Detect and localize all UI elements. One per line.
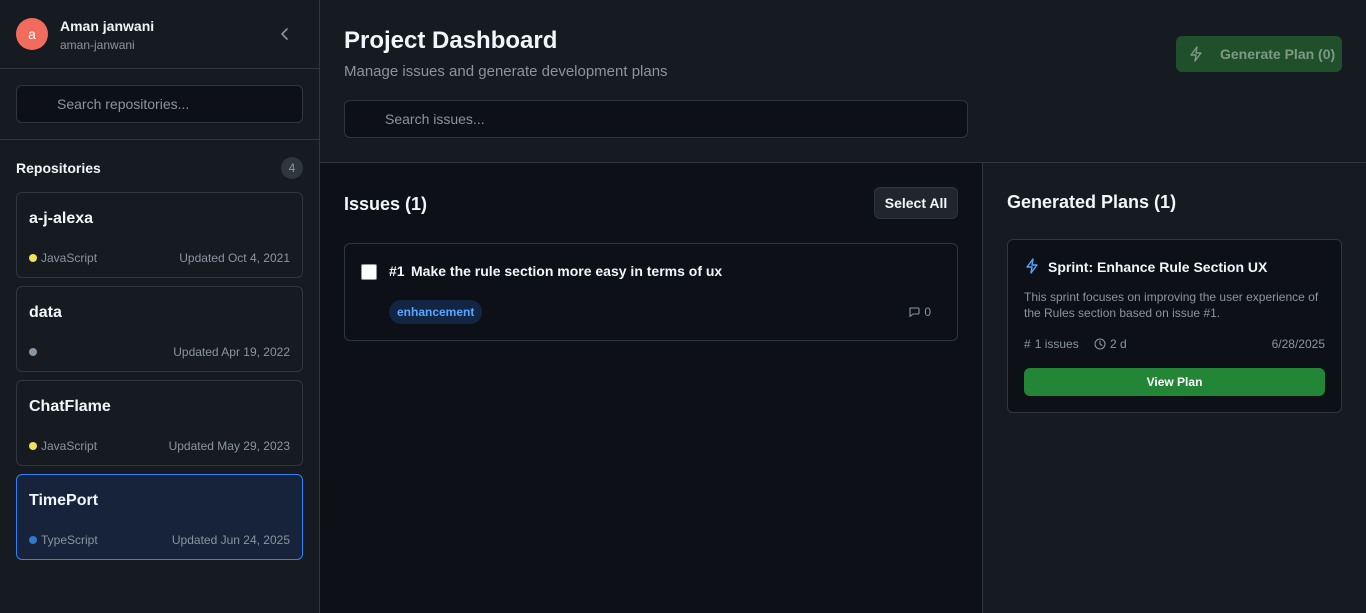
language-dot <box>29 536 37 544</box>
issue-card[interactable]: #1 Make the rule section more easy in te… <box>344 243 958 341</box>
plans-panel: Generated Plans (1) Sprint: Enhance Rule… <box>982 163 1366 613</box>
repo-name: a-j-alexa <box>29 210 94 227</box>
sidebar: a Aman janwani aman-janwani Repositories… <box>0 0 320 613</box>
comment-count: 0 <box>924 305 931 319</box>
user-name: Aman janwani <box>60 18 155 34</box>
repo-name: TimePort <box>29 492 99 509</box>
lightning-icon <box>1026 258 1038 274</box>
repo-card-chatflame[interactable]: ChatFlame JavaScript Updated May 29, 202… <box>16 380 303 466</box>
avatar[interactable]: a <box>16 18 48 50</box>
repo-updated: Updated Apr 19, 2022 <box>173 345 290 359</box>
repos-title: Repositories <box>16 160 101 176</box>
chevron-left-icon[interactable] <box>277 26 293 42</box>
plan-issues-text: 1 issues <box>1034 337 1079 351</box>
comment-icon <box>909 307 920 318</box>
select-all-button[interactable]: Select All <box>874 187 958 219</box>
issue-comments: 0 <box>908 305 931 319</box>
clock-icon <box>1094 338 1106 350</box>
view-plan-button[interactable]: View Plan <box>1024 368 1325 396</box>
issue-number: #1 <box>389 263 405 279</box>
repo-search-input[interactable] <box>16 85 303 123</box>
lightning-icon <box>1190 46 1202 62</box>
plan-date: 6/28/2025 <box>1271 337 1325 351</box>
user-header: a Aman janwani aman-janwani <box>0 0 319 69</box>
repo-updated: Updated May 29, 2023 <box>168 439 290 453</box>
repo-search-section <box>0 69 319 140</box>
plan-title: Sprint: Enhance Rule Section UX <box>1048 259 1268 275</box>
page-title: Project Dashboard <box>344 27 558 54</box>
repo-card-timeport[interactable]: TimePort TypeScript Updated Jun 24, 2025 <box>16 474 303 560</box>
issues-panel: Issues (1) Select All #1 Make the rule s… <box>320 163 982 613</box>
repo-card-data[interactable]: data Updated Apr 19, 2022 <box>16 286 303 372</box>
plan-description: This sprint focuses on improving the use… <box>1024 290 1319 320</box>
plans-title: Generated Plans (1) <box>1007 192 1177 212</box>
issue-label-badge: enhancement <box>389 300 483 324</box>
language-dot <box>29 348 37 356</box>
repo-language: JavaScript <box>41 251 98 265</box>
issue-search-input[interactable] <box>344 100 968 138</box>
repo-updated: Updated Oct 4, 2021 <box>179 251 290 265</box>
repo-name: data <box>29 304 62 321</box>
generate-plan-label: Generate Plan (0) <box>1220 46 1336 62</box>
repo-name: ChatFlame <box>29 398 111 415</box>
repo-language: JavaScript <box>41 439 98 453</box>
main-header: Project Dashboard Manage issues and gene… <box>320 0 1366 163</box>
language-dot <box>29 442 37 450</box>
plan-issues-count: # 1 issues <box>1024 337 1079 351</box>
repo-card-a-j-alexa[interactable]: a-j-alexa JavaScript Updated Oct 4, 2021 <box>16 192 303 278</box>
page-subtitle: Manage issues and generate development p… <box>344 63 668 80</box>
language-dot <box>29 254 37 262</box>
user-handle: aman-janwani <box>60 38 135 52</box>
hash-icon: # <box>1024 337 1031 351</box>
issue-title: Make the rule section more easy in terms… <box>411 263 723 279</box>
plan-duration: 2 d <box>1094 337 1127 351</box>
issue-checkbox[interactable] <box>361 264 377 280</box>
issues-title: Issues (1) <box>344 194 428 214</box>
repos-count-badge: 4 <box>281 157 303 179</box>
repo-updated: Updated Jun 24, 2025 <box>171 533 290 547</box>
plan-card: Sprint: Enhance Rule Section UX This spr… <box>1007 239 1342 413</box>
plan-duration-text: 2 d <box>1110 337 1127 351</box>
generate-plan-button[interactable]: Generate Plan (0) <box>1176 36 1342 72</box>
repo-language: TypeScript <box>41 533 98 547</box>
